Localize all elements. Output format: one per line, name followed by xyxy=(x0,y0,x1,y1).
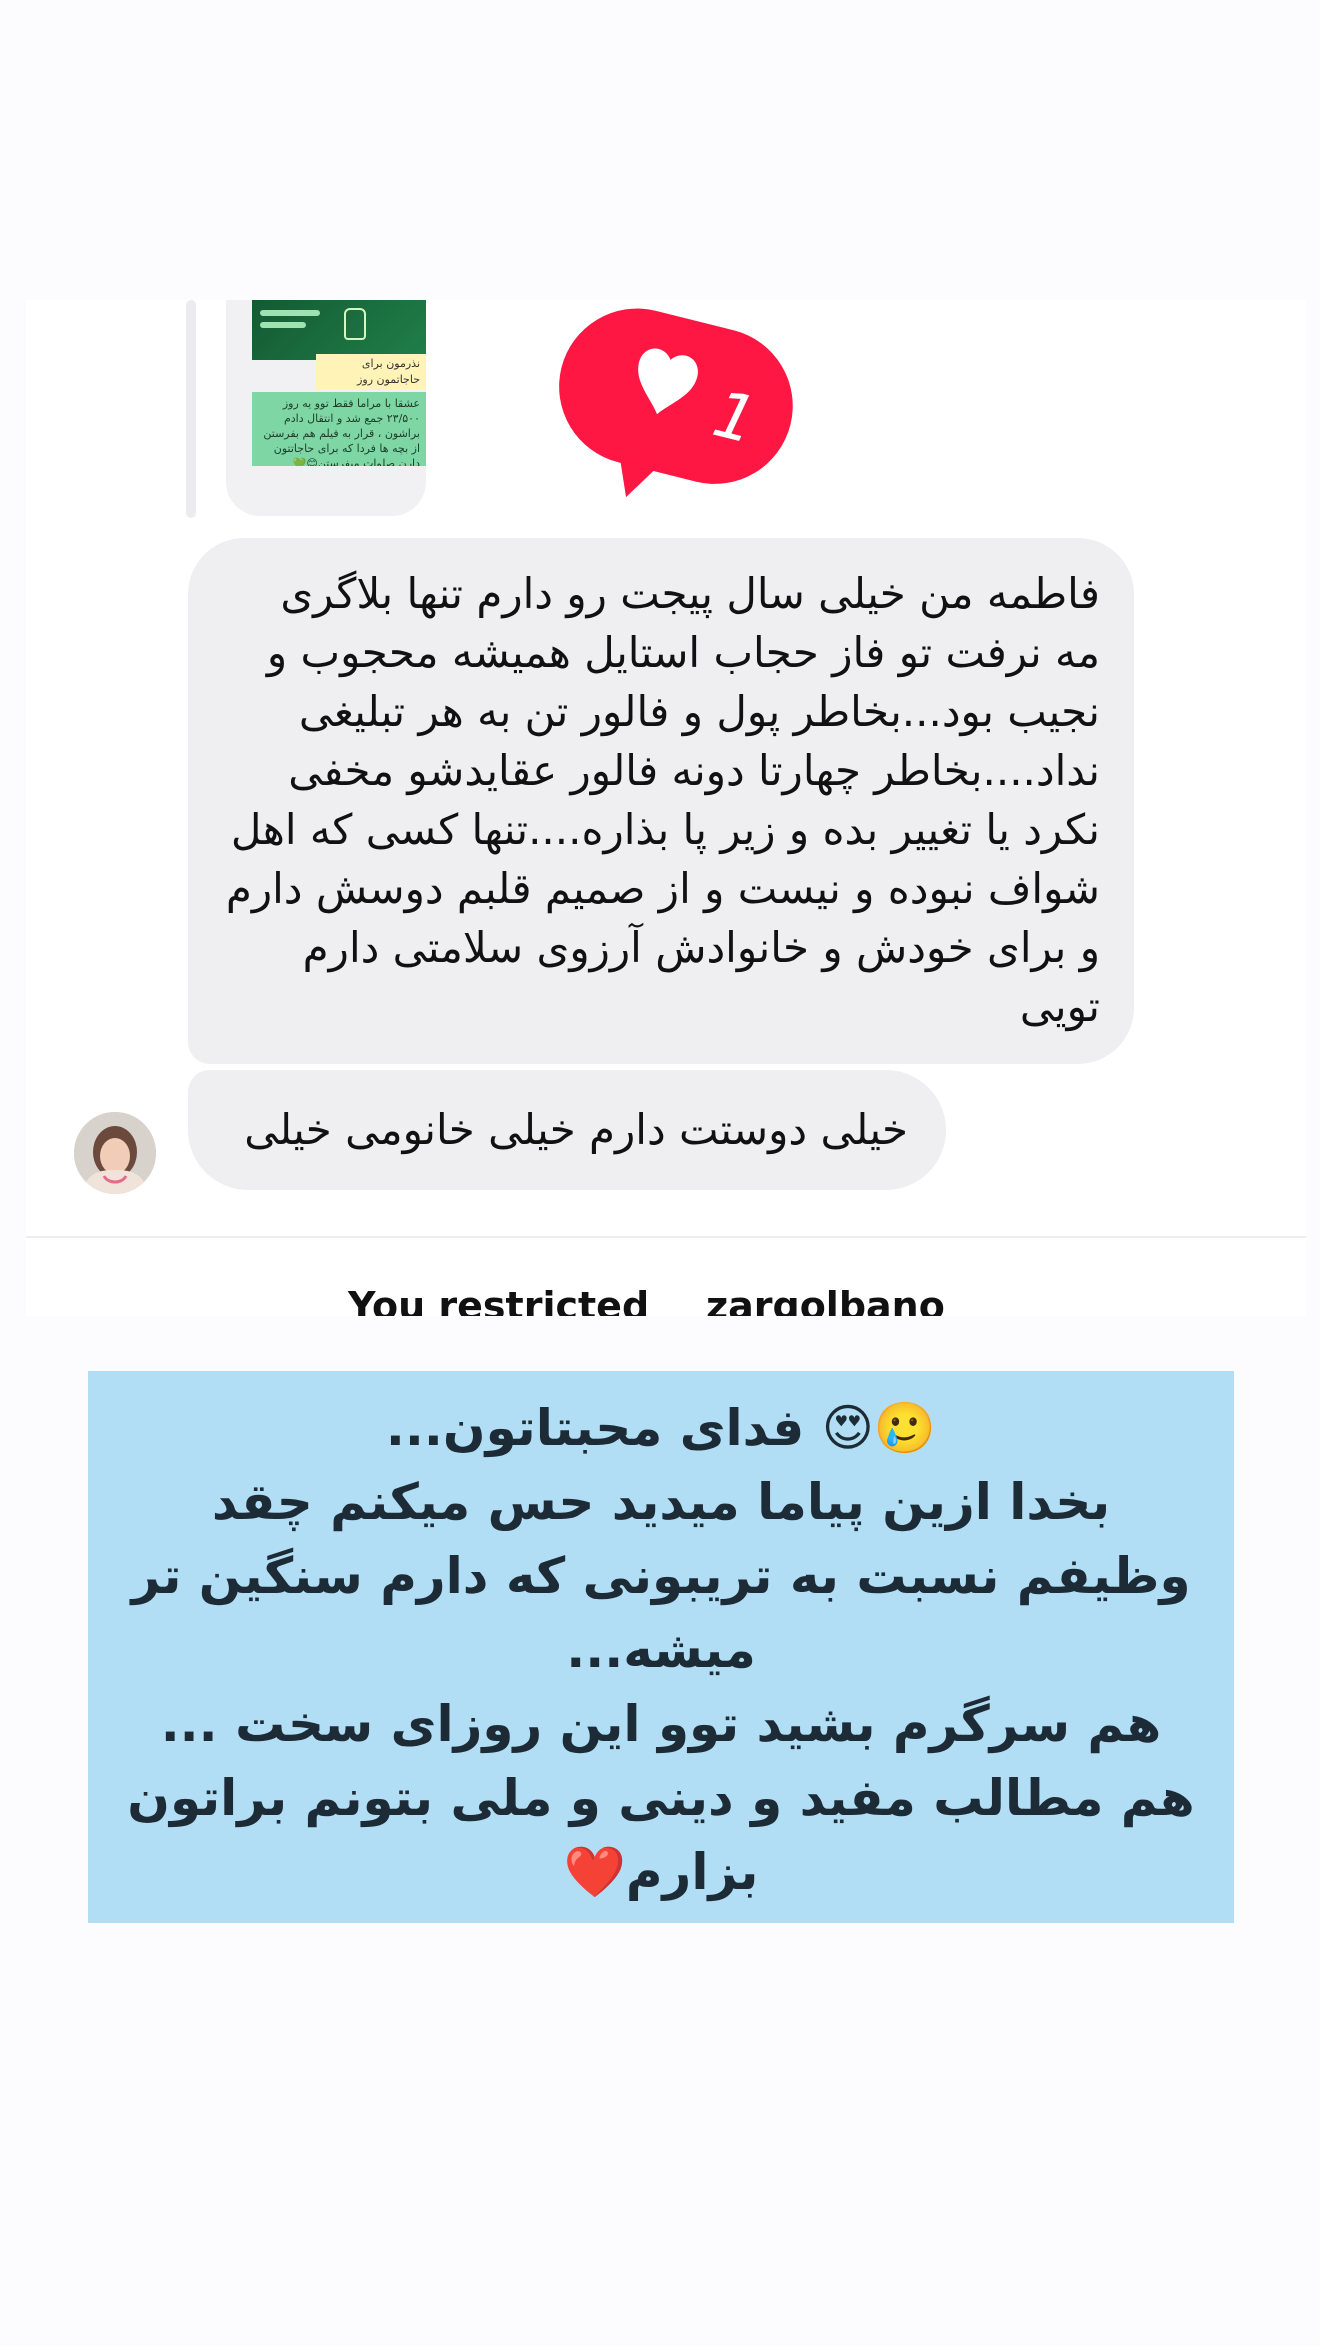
restricted-banner: You restricted zargolbano xyxy=(26,1272,1306,1316)
reply-thread-line xyxy=(186,300,196,518)
avatar-photo-icon xyxy=(74,1112,156,1194)
divider xyxy=(26,1236,1306,1238)
restricted-username[interactable]: zargolbano xyxy=(706,1284,945,1316)
post-yellow-note: نذرمون برای حاجاتمون روز ش‌ها..دت خانوم … xyxy=(316,354,426,390)
caption-line: هم سرگرم بشید توو این روزای سخت ... xyxy=(160,1695,1162,1753)
caption-line: بخدا ازین پیاما میدید حس میکنم چقد xyxy=(211,1473,1111,1531)
story-caption: 🥲😍 فدای محبتاتون... بخدا ازین پیاما میدی… xyxy=(88,1371,1234,1923)
post-header-banner xyxy=(252,300,426,360)
dm-screenshot: نذرمون برای حاجاتمون روز ش‌ها..دت خانوم … xyxy=(26,300,1306,1316)
donation-jar-icon xyxy=(344,308,366,340)
banner-subtitle-line xyxy=(260,322,306,328)
post-green-note: عشقا با مراما فقط توو یه روز ۲۳/۵۰۰ جمع … xyxy=(252,392,426,466)
caption-line: بزارم❤️ xyxy=(563,1843,759,1901)
message-bubble-short: خیلی دوستت دارم خیلی خانومی خیلی xyxy=(188,1070,946,1190)
caption-line: 🥲😍 فدای محبتاتون... xyxy=(385,1399,937,1457)
caption-line: میشه... xyxy=(566,1621,756,1679)
banner-title-line xyxy=(260,310,320,316)
caption-line: وظیفم نسبت به تریبونی که دارم سنگین تر xyxy=(131,1547,1191,1605)
message-bubble-long: فاطمه من خیلی سال پیجت رو دارم تنها بلاگ… xyxy=(188,538,1134,1064)
restricted-label: You restricted xyxy=(348,1284,650,1316)
avatar[interactable] xyxy=(74,1112,156,1194)
shared-post-preview[interactable]: نذرمون برای حاجاتمون روز ش‌ها..دت خانوم … xyxy=(226,300,426,516)
caption-line: هم مطالب مفید و دینی و ملی بتونم براتون xyxy=(127,1769,1195,1827)
like-notification-badge: 1 xyxy=(538,300,810,508)
like-badge-graphic: 1 xyxy=(559,308,793,498)
